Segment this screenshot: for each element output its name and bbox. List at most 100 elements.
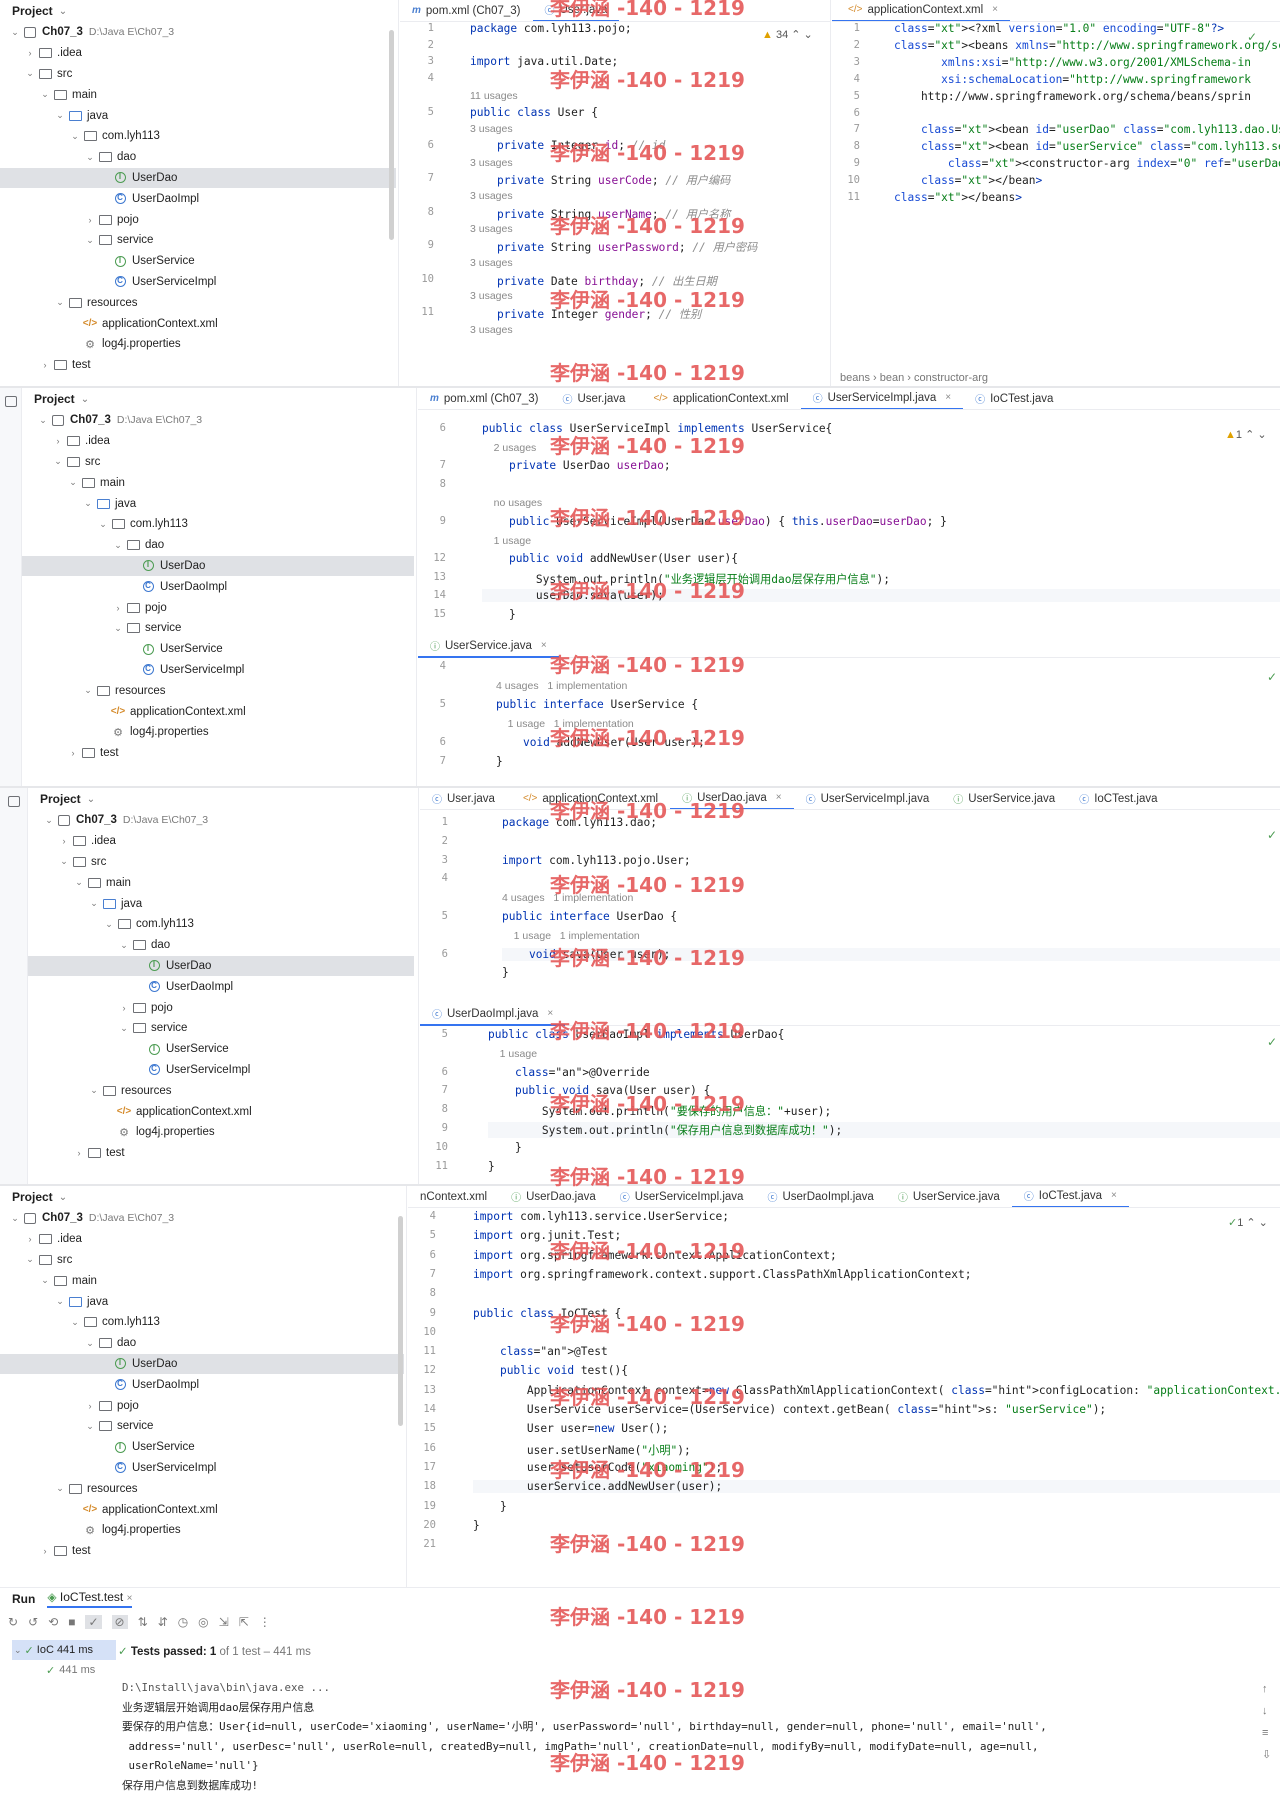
tree-item[interactable]: ⌄ java <box>0 1291 404 1312</box>
userservice-editor[interactable]: 4 5 6 7 4 usages 1 implementation public int… <box>418 660 1280 780</box>
chevron-down-icon[interactable]: ⌄ <box>53 1483 67 1494</box>
chevron-down-icon[interactable]: ⌄ <box>59 1192 67 1203</box>
rerun-failed-icon[interactable]: ↺ <box>28 1615 38 1629</box>
chevron-down-icon[interactable]: ⌄ <box>68 1317 82 1328</box>
tree-item[interactable]: ⌄ src <box>28 852 414 873</box>
project-icon[interactable] <box>4 396 17 407</box>
project-tree-header[interactable]: Project ⌄ <box>22 388 414 410</box>
warning-badge[interactable]: ▲ 34 ⌃ ⌄ <box>762 28 813 41</box>
more-icon[interactable]: ⋮ <box>259 1615 271 1629</box>
tree-scrollbar[interactable] <box>398 1216 403 1426</box>
editor-tab[interactable]: ⓒ UserServiceImpl.java <box>794 788 942 809</box>
chevron-right-icon[interactable]: › <box>83 1401 97 1411</box>
export-icon[interactable]: ⇱ <box>239 1615 249 1629</box>
tree-item[interactable]: › test <box>28 1143 414 1164</box>
tree-item[interactable]: › pojo <box>28 997 414 1018</box>
userdao-editor[interactable]: 123456 package com.lyh113.dao; import com… <box>420 816 1280 1002</box>
tree-item[interactable]: ⌄ java <box>28 893 414 914</box>
tree-item[interactable]: C UserDaoImpl <box>0 188 396 209</box>
tab-userdaoimpl[interactable]: ⓒ UserDaoImpl.java × <box>420 1004 566 1026</box>
tree-item[interactable]: I UserDao <box>22 555 414 577</box>
tree-item[interactable]: ⌄ main <box>22 472 414 493</box>
chevron-down-icon[interactable]: ⌄ <box>102 919 116 930</box>
tree-item[interactable]: › .idea <box>0 1229 404 1250</box>
camera-icon[interactable]: ◎ <box>198 1615 208 1629</box>
tree-item[interactable]: C UserServiceImpl <box>22 660 414 681</box>
chevron-down-icon[interactable]: ⌄ <box>83 1421 97 1432</box>
tree-item[interactable]: </> applicationContext.xml <box>28 1101 414 1122</box>
chevron-down-icon[interactable]: ⌄ <box>8 1213 22 1224</box>
show-passed-icon[interactable]: ✓ <box>85 1615 102 1629</box>
tree-item[interactable]: ⌄ Ch07_3 D:\Java E\Ch07_3 <box>22 410 414 431</box>
chevron-down-icon[interactable]: ⌄ <box>117 940 131 951</box>
tree-item[interactable]: ⚙ log4j.properties <box>22 722 414 743</box>
chevron-down-icon[interactable]: ⌄ <box>87 898 101 909</box>
chevron-down-icon[interactable]: ⌄ <box>68 131 82 142</box>
chevron-down-icon[interactable]: ⌄ <box>83 1338 97 1349</box>
tree-item[interactable]: › test <box>0 355 396 376</box>
stop-icon[interactable]: ■ <box>68 1615 75 1629</box>
chevron-right-icon[interactable]: › <box>72 1148 86 1158</box>
tree-item[interactable]: </> applicationContext.xml <box>0 1499 404 1520</box>
chevron-down-icon[interactable]: ⌄ <box>23 1254 37 1265</box>
chevron-down-icon[interactable]: ⌄ <box>36 415 50 426</box>
tree-item[interactable]: C UserDaoImpl <box>28 976 414 997</box>
tab-userservice[interactable]: ⓘ UserService.java × <box>418 636 559 658</box>
chevron-right-icon[interactable]: › <box>38 360 52 370</box>
tree-item[interactable]: ⌄ src <box>0 64 396 85</box>
chevron-down-icon[interactable]: ⌄ <box>57 856 71 867</box>
chevron-right-icon[interactable]: › <box>23 48 37 58</box>
editor-tab[interactable]: nContext.xml <box>408 1186 499 1207</box>
chevron-down-icon[interactable]: ⌄ <box>66 477 80 488</box>
chevron-down-icon[interactable]: ⌄ <box>87 1085 101 1096</box>
tree-item[interactable]: ⌄ com.lyh113 <box>0 126 396 147</box>
chevron-right-icon[interactable]: › <box>38 1546 52 1556</box>
chevron-right-icon[interactable]: › <box>23 1234 37 1244</box>
chevron-down-icon[interactable]: ⌄ <box>83 235 97 246</box>
chevron-down-icon[interactable]: ⌄ <box>81 498 95 509</box>
tree-item[interactable]: ⌄ Ch07_3 D:\Java E\Ch07_3 <box>28 810 414 831</box>
editor-tab[interactable]: ⓒ IoCTest.java × <box>1011 1186 1129 1207</box>
tree-item[interactable]: I UserDao <box>0 167 396 189</box>
tree-item[interactable]: ⌄ main <box>0 84 396 105</box>
editor-tab[interactable]: ⓒ User.java <box>551 388 638 409</box>
tree-item[interactable]: › .idea <box>22 431 414 452</box>
close-icon[interactable]: × <box>541 640 547 651</box>
tree-item[interactable]: C UserServiceImpl <box>28 1060 414 1081</box>
project-tree-header[interactable]: Project ⌄ <box>0 1186 404 1208</box>
tree-item[interactable]: ⚙ log4j.properties <box>28 1122 414 1143</box>
editor-tab[interactable]: m pom.xml (Ch07_3) <box>400 0 533 21</box>
tree-item[interactable]: ⌄ com.lyh113 <box>0 1312 404 1333</box>
import-icon[interactable]: ⇲ <box>219 1615 229 1629</box>
chevron-right-icon[interactable]: › <box>51 436 65 446</box>
chevron-right-icon[interactable]: › <box>111 603 125 613</box>
editor-tab[interactable]: ⓘ UserService.java <box>941 788 1067 809</box>
tree-item[interactable]: ⌄ com.lyh113 <box>28 914 414 935</box>
breadcrumb-item[interactable]: bean <box>880 372 904 384</box>
tree-item[interactable]: ⌄ service <box>0 1416 404 1437</box>
rerun-icon[interactable]: ↻ <box>8 1615 18 1629</box>
chevron-down-icon[interactable]: ⌄ <box>111 540 125 551</box>
tree-item[interactable]: ⌄ src <box>22 452 414 473</box>
editor-tab[interactable]: </> applicationContext.xml × <box>832 0 1011 21</box>
tree-item[interactable]: › test <box>0 1541 404 1562</box>
breadcrumb-item[interactable]: beans <box>840 372 870 384</box>
tree-item[interactable]: C UserServiceImpl <box>0 1458 404 1479</box>
tree-item[interactable]: › .idea <box>28 831 414 852</box>
editor-tab[interactable]: m pom.xml (Ch07_3) <box>418 388 551 409</box>
chevron-down-icon[interactable]: ⌄ <box>23 68 37 79</box>
test-root[interactable]: ⌄ ✓ IoC 441 ms <box>12 1640 116 1660</box>
ioctest-editor[interactable]: 4 5 6 7 8 9 10 11 12 13 14 15 16 17 18 19 20 21 import co… <box>408 1210 1280 1587</box>
tree-item[interactable]: › pojo <box>22 597 414 618</box>
tree-item[interactable]: ⌄ dao <box>0 1333 404 1354</box>
editor-tab[interactable]: ⓒ User.java <box>420 788 507 809</box>
tree-item[interactable]: C UserDaoImpl <box>0 1374 404 1395</box>
chevron-down-icon[interactable]: ⌄ <box>51 456 65 467</box>
chevron-down-icon[interactable]: ⌄ <box>53 297 67 308</box>
tree-item[interactable]: › test <box>22 743 414 764</box>
tree-item[interactable]: C UserDaoImpl <box>22 576 414 597</box>
tree-item[interactable]: </> applicationContext.xml <box>22 701 414 722</box>
editor-tab[interactable]: ⓒ UserDaoImpl.java <box>755 1186 885 1207</box>
show-ignored-icon[interactable]: ⊘ <box>111 1615 128 1629</box>
tree-item[interactable]: I UserDao <box>0 1353 404 1375</box>
